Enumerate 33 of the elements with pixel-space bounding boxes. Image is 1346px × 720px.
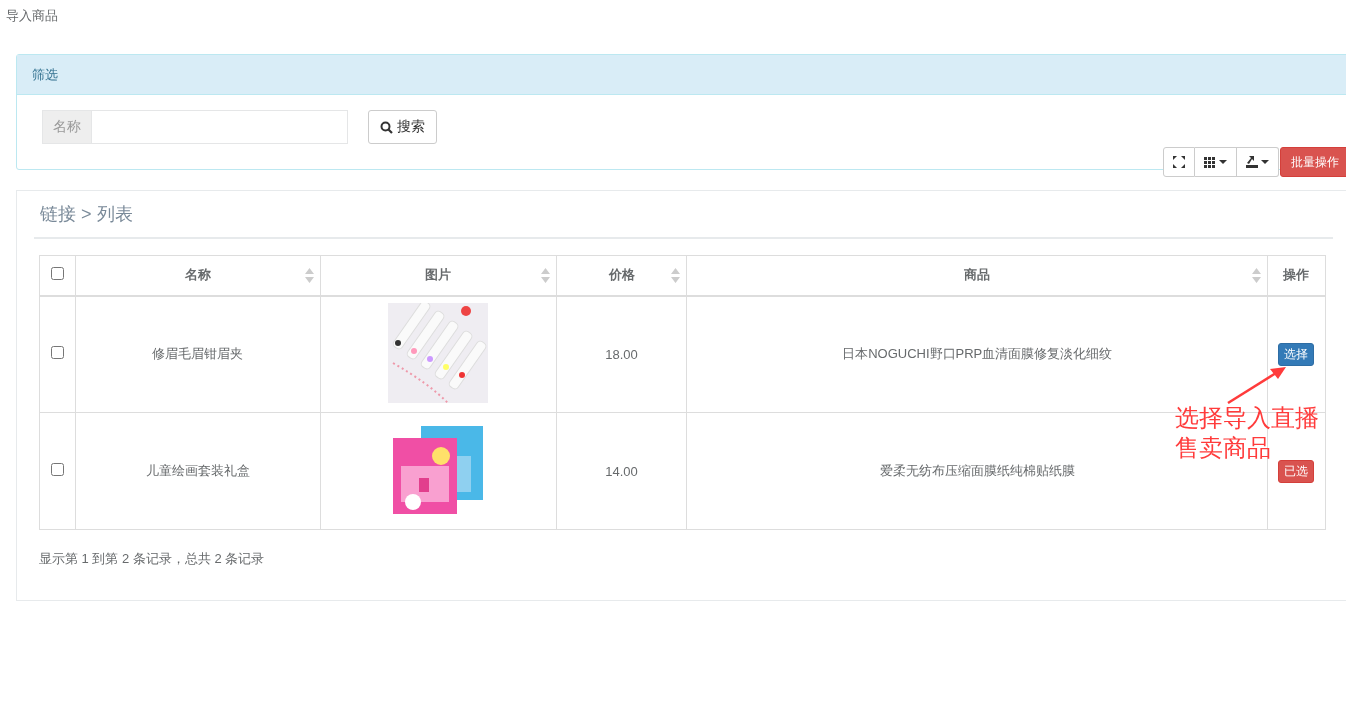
selected-button[interactable]: 已选: [1278, 459, 1315, 483]
grid-icon: [1204, 156, 1216, 168]
pagination-info: 显示第 1 到第 2 条记录，总共 2 条记录: [39, 550, 266, 568]
row-checkbox[interactable]: [51, 346, 64, 360]
table-cell: 日本NOGUCHI野口PRP血清面膜修复淡化细纹: [842, 346, 1113, 362]
caret-icon: [1261, 160, 1269, 164]
column-header[interactable]: 商品: [687, 255, 1268, 296]
table-cell: 爱柔无纺布压缩面膜纸纯棉贴纸膜: [879, 463, 1075, 478]
table-cell: 儿童绘画套装礼盒: [145, 463, 250, 478]
column-header[interactable]: 图片: [320, 255, 557, 296]
columns-button[interactable]: [1195, 147, 1237, 177]
select-all-checkbox[interactable]: [51, 267, 64, 281]
caret-icon: [1219, 160, 1227, 164]
fullscreen-icon: [1173, 156, 1185, 168]
table-cell: 14.00: [605, 463, 638, 479]
column-header[interactable]: 名称: [75, 255, 321, 296]
column-header[interactable]: 价格: [556, 255, 687, 296]
table-cell: 修眉毛眉钳眉夹: [152, 346, 244, 362]
breadcrumb: 链接 > 列表: [34, 191, 1333, 239]
field-label: 名称: [43, 111, 92, 143]
filter-title: 筛选: [17, 55, 1346, 95]
export-icon: [1246, 156, 1258, 168]
batch-button[interactable]: 批量操作: [1280, 147, 1346, 177]
table-cell: 18.00: [605, 346, 638, 362]
select-button[interactable]: 选择: [1278, 342, 1315, 366]
arrow: [1226, 365, 1288, 405]
column-header[interactable]: 操作: [1267, 255, 1326, 296]
row-checkbox[interactable]: [51, 463, 64, 476]
page-title: 导入商品: [5, 7, 59, 25]
search-icon: [380, 120, 393, 134]
search-button[interactable]: 搜索: [368, 110, 437, 144]
fullscreen-button[interactable]: [1163, 147, 1195, 177]
export-button[interactable]: [1237, 147, 1279, 177]
